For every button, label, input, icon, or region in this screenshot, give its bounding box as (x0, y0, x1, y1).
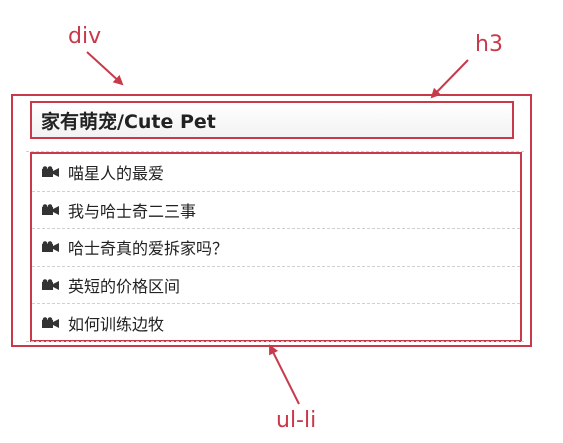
article-list: 喵星人的最爱 我与哈士奇二三事 哈士奇真的爱拆家吗？ 英短的价格区间 如何训练边… (32, 154, 520, 342)
list-item[interactable]: 英短的价格区间 (32, 267, 520, 305)
annotation-div-label: div (68, 24, 102, 49)
list-item-label: 英短的价格区间 (68, 277, 181, 297)
list-item[interactable]: 如何训练边牧 (32, 304, 520, 342)
h3-heading-box: 家有萌宠/Cute Pet (30, 101, 514, 139)
camera-icon (42, 166, 59, 178)
annotation-ul-li-label: ul-li (276, 408, 317, 433)
arrow-to-div (86, 51, 124, 86)
list-item[interactable]: 我与哈士奇二三事 (32, 192, 520, 230)
list-item[interactable]: 哈士奇真的爱拆家吗？ (32, 229, 520, 267)
bottom-divider (26, 341, 524, 342)
list-item[interactable]: 喵星人的最爱 (32, 154, 520, 192)
camera-icon (42, 241, 59, 253)
arrow-to-h3 (430, 59, 469, 99)
ul-list-box: 喵星人的最爱 我与哈士奇二三事 哈士奇真的爱拆家吗？ 英短的价格区间 如何训练边… (30, 152, 522, 342)
annotation-h3-label: h3 (475, 32, 503, 57)
camera-icon (42, 317, 59, 329)
list-item-label: 如何训练边牧 (68, 315, 165, 335)
list-item-label: 哈士奇真的爱拆家吗？ (68, 239, 229, 259)
arrow-to-ul (269, 344, 300, 405)
camera-icon (42, 279, 59, 291)
section-title: 家有萌宠/Cute Pet (41, 110, 216, 133)
list-item-label: 喵星人的最爱 (68, 164, 165, 184)
camera-icon (42, 204, 59, 215)
list-item-label: 我与哈士奇二三事 (68, 201, 197, 221)
